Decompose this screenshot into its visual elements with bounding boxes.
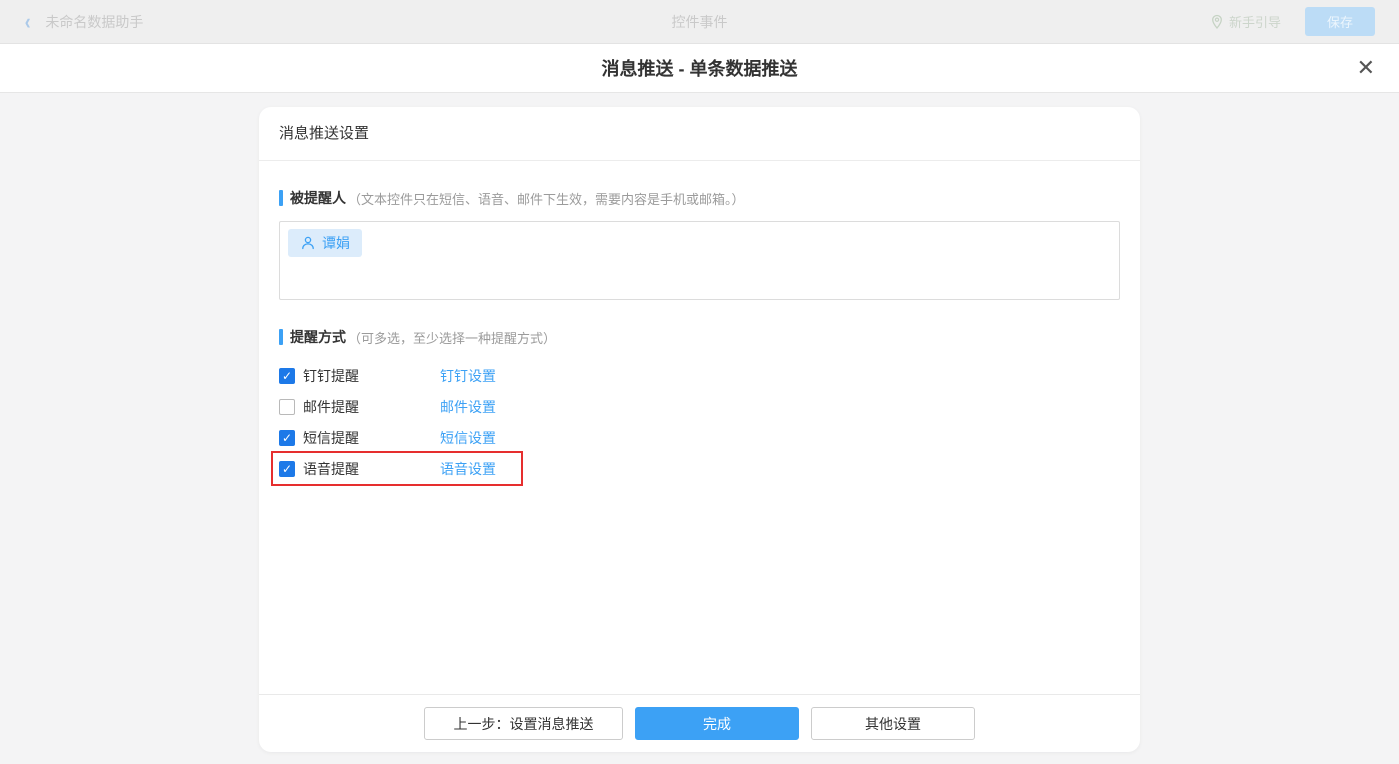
- reminder-option-row: ✓ 钉钉提醒 钉钉设置: [279, 360, 1120, 391]
- close-icon[interactable]: ✕: [1357, 57, 1375, 79]
- recipients-section-note: （文本控件只在短信、语音、邮件下生效，需要内容是手机或邮箱。）: [348, 191, 745, 207]
- modal-title: 消息推送 - 单条数据推送: [601, 59, 798, 79]
- checkbox-unchecked[interactable]: [279, 398, 295, 415]
- topbar-center-title: 控件事件: [671, 13, 728, 30]
- recipients-section-header: 被提醒人 （文本控件只在短信、语音、邮件下生效，需要内容是手机或邮箱。）: [279, 188, 1120, 208]
- modal-header: 消息推送 - 单条数据推送 ✕: [0, 44, 1399, 93]
- settings-card: 消息推送设置 被提醒人 （文本控件只在短信、语音、邮件下生效，需要内容是手机或邮…: [259, 107, 1140, 752]
- modal-body: 消息推送设置 被提醒人 （文本控件只在短信、语音、邮件下生效，需要内容是手机或邮…: [0, 93, 1399, 764]
- guide-label: 新手引导: [1228, 15, 1281, 30]
- topbar-right: 新手引导 保存: [1210, 7, 1375, 36]
- methods-section-header: 提醒方式 （可多选，至少选择一种提醒方式）: [279, 327, 1120, 347]
- section-marker: [279, 190, 283, 206]
- reminder-option-label: 钉钉提醒: [303, 367, 359, 384]
- reminder-settings-link[interactable]: 语音设置: [440, 459, 496, 479]
- recipient-name: 谭娟: [322, 235, 350, 251]
- save-button[interactable]: 保存: [1305, 7, 1375, 36]
- location-pin-icon: [1212, 14, 1222, 29]
- card-content: 被提醒人 （文本控件只在短信、语音、邮件下生效，需要内容是手机或邮箱。） 谭娟 …: [259, 161, 1140, 694]
- methods-section-note: （可多选，至少选择一种提醒方式）: [348, 330, 557, 346]
- reminder-option-row: 邮件提醒 邮件设置: [279, 391, 1120, 422]
- reminder-option-label: 语音提醒: [303, 460, 359, 477]
- done-button[interactable]: 完成: [635, 707, 799, 740]
- topbar-left: ‹ 未命名数据助手: [24, 10, 144, 33]
- previous-step-button[interactable]: 上一步：设置消息推送: [424, 707, 623, 740]
- checkbox-checked[interactable]: ✓: [279, 429, 295, 446]
- card-footer: 上一步：设置消息推送 完成 其他设置: [259, 694, 1140, 752]
- other-settings-button[interactable]: 其他设置: [811, 707, 975, 740]
- methods-section-title: 提醒方式: [290, 329, 346, 345]
- back-icon[interactable]: ‹: [25, 10, 31, 33]
- reminder-options-list: ✓ 钉钉提醒 钉钉设置邮件提醒 邮件设置 ✓ 短信提醒 短信设置 ✓ 语音提醒 语音设置: [271, 360, 1120, 486]
- checkbox-checked[interactable]: ✓: [279, 367, 295, 384]
- recipient-tag[interactable]: 谭娟: [288, 229, 362, 257]
- person-icon: [302, 236, 314, 250]
- beginner-guide-link[interactable]: 新手引导: [1210, 12, 1281, 31]
- reminder-option-row: ✓ 语音提醒 语音设置: [271, 451, 1120, 486]
- top-navigation-bar: ‹ 未命名数据助手 控件事件 新手引导 保存: [0, 0, 1399, 44]
- section-marker: [279, 329, 283, 345]
- card-title: 消息推送设置: [259, 107, 1140, 161]
- reminder-settings-link[interactable]: 邮件设置: [440, 397, 496, 417]
- app-title: 未命名数据助手: [45, 13, 144, 30]
- reminder-option-label: 短信提醒: [303, 429, 359, 446]
- reminder-option-row: ✓ 短信提醒 短信设置: [279, 422, 1120, 453]
- checkbox-checked[interactable]: ✓: [279, 460, 295, 477]
- recipients-section-title: 被提醒人: [290, 190, 346, 206]
- reminder-settings-link[interactable]: 短信设置: [440, 428, 496, 448]
- reminder-settings-link[interactable]: 钉钉设置: [440, 366, 496, 386]
- recipients-input-box[interactable]: 谭娟: [279, 221, 1120, 300]
- reminder-option-label: 邮件提醒: [303, 398, 359, 415]
